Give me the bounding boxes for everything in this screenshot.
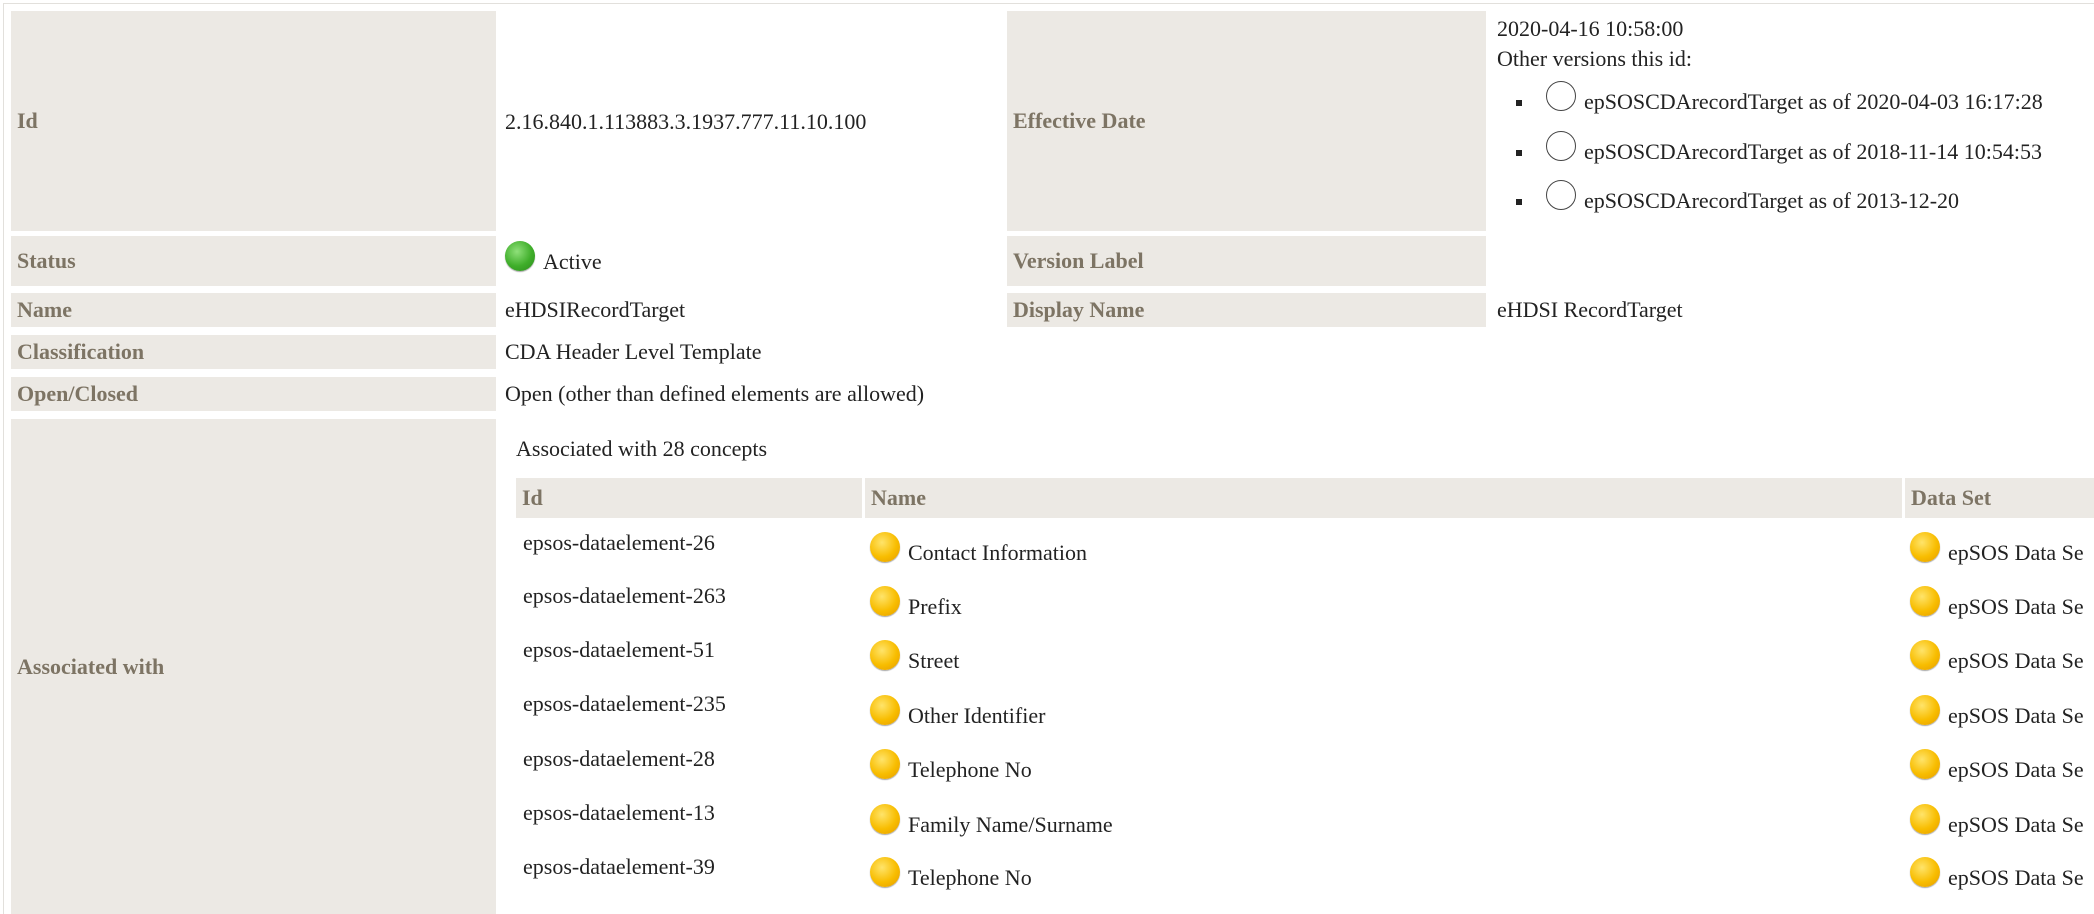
dataset-status-icon (1910, 857, 1940, 887)
effective-date-label: Effective Date (1007, 11, 1486, 231)
version-label-label: Version Label (1007, 236, 1486, 286)
display-name-value: eHDSI RecordTarget (1497, 297, 1683, 322)
concepts-header-id: Id (516, 478, 862, 518)
status-value: Active (505, 240, 602, 284)
status-text: Active (543, 249, 602, 274)
version-status-ring-icon (1546, 180, 1576, 210)
dataset-status-icon (1910, 586, 1940, 616)
concept-id: epsos-dataelement-263 (523, 583, 726, 608)
concept-id: epsos-dataelement-235 (523, 691, 726, 716)
dataset-status-icon (1910, 749, 1940, 779)
name-value: eHDSIRecordTarget (505, 297, 686, 322)
concept-name-text[interactable]: Telephone No (908, 865, 1032, 891)
dataset-name-text[interactable]: epSOS Data Se (1948, 757, 2084, 783)
concept-dataset[interactable]: epSOS Data Se (1910, 695, 2084, 736)
concept-dataset[interactable]: epSOS Data Se (1910, 749, 2084, 790)
concept-status-icon (870, 749, 900, 779)
concept-id: epsos-dataelement-13 (523, 800, 715, 825)
concept-status-icon (870, 857, 900, 887)
concept-dataset[interactable]: epSOS Data Se (1910, 804, 2084, 845)
concept-id: epsos-dataelement-51 (523, 637, 715, 662)
concepts-header-dataset: Data Set (1905, 478, 2094, 518)
concept-name-text[interactable]: Street (908, 648, 959, 674)
other-version-item[interactable]: epSOSCDArecordTarget as of 2018-11-14 10… (1516, 131, 2042, 172)
concept-id: epsos-dataelement-28 (523, 746, 715, 771)
concept-name[interactable]: Prefix (870, 586, 962, 627)
open-closed-label: Open/Closed (11, 377, 496, 411)
dataset-status-icon (1910, 532, 1940, 562)
open-closed-value: Open (other than defined elements are al… (505, 381, 925, 406)
dataset-status-icon (1910, 695, 1940, 725)
other-version-link[interactable]: epSOSCDArecordTarget as of 2018-11-14 10… (1584, 139, 2042, 165)
associated-with-label: Associated with (11, 419, 496, 914)
concepts-summary: Associated with 28 concepts (516, 436, 768, 461)
id-label: Id (11, 11, 496, 231)
concept-name[interactable]: Other Identifier (870, 695, 1045, 736)
concept-name[interactable]: Street (870, 640, 959, 681)
other-versions-label: Other versions this id: (1497, 46, 1692, 71)
effective-date-value: 2020-04-16 10:58:00 (1497, 16, 1684, 41)
concept-status-icon (870, 586, 900, 616)
status-label: Status (11, 236, 496, 286)
dataset-name-text[interactable]: epSOS Data Se (1948, 594, 2084, 620)
other-version-link[interactable]: epSOSCDArecordTarget as of 2013-12-20 (1584, 188, 1959, 214)
other-version-item[interactable]: epSOSCDArecordTarget as of 2020-04-03 16… (1516, 81, 2043, 122)
concept-dataset[interactable]: epSOS Data Se (1910, 532, 2084, 573)
concept-name[interactable]: Family Name/Surname (870, 804, 1113, 845)
classification-label: Classification (11, 335, 496, 369)
concept-id: epsos-dataelement-39 (523, 854, 715, 879)
concept-name[interactable]: Telephone No (870, 749, 1032, 790)
concept-status-icon (870, 695, 900, 725)
concept-dataset[interactable]: epSOS Data Se (1910, 857, 2084, 898)
concept-name-text[interactable]: Telephone No (908, 757, 1032, 783)
version-status-ring-icon (1546, 131, 1576, 161)
concept-status-icon (870, 640, 900, 670)
name-label: Name (11, 293, 496, 327)
concept-name-text[interactable]: Contact Information (908, 540, 1087, 566)
version-status-ring-icon (1546, 81, 1576, 111)
other-version-link[interactable]: epSOSCDArecordTarget as of 2020-04-03 16… (1584, 89, 2043, 115)
concept-status-icon (870, 532, 900, 562)
id-value: 2.16.840.1.113883.3.1937.777.11.10.100 (505, 109, 867, 134)
concept-status-icon (870, 804, 900, 834)
status-active-icon (505, 241, 535, 271)
concept-dataset[interactable]: epSOS Data Se (1910, 640, 2084, 681)
dataset-name-text[interactable]: epSOS Data Se (1948, 865, 2084, 891)
display-name-label: Display Name (1007, 293, 1486, 327)
concept-name[interactable]: Telephone No (870, 857, 1032, 898)
classification-value: CDA Header Level Template (505, 339, 762, 364)
dataset-name-text[interactable]: epSOS Data Se (1948, 540, 2084, 566)
concept-dataset[interactable]: epSOS Data Se (1910, 586, 2084, 627)
concept-name-text[interactable]: Family Name/Surname (908, 812, 1113, 838)
other-version-item[interactable]: epSOSCDArecordTarget as of 2013-12-20 (1516, 180, 1959, 221)
concept-name-text[interactable]: Other Identifier (908, 703, 1045, 729)
dataset-name-text[interactable]: epSOS Data Se (1948, 812, 2084, 838)
concept-name-text[interactable]: Prefix (908, 594, 962, 620)
concept-id: epsos-dataelement-26 (523, 530, 715, 555)
dataset-name-text[interactable]: epSOS Data Se (1948, 703, 2084, 729)
concept-name[interactable]: Contact Information (870, 532, 1087, 573)
dataset-status-icon (1910, 640, 1940, 670)
template-detail-page: Id 2.16.840.1.113883.3.1937.777.11.10.10… (0, 0, 2094, 914)
dataset-name-text[interactable]: epSOS Data Se (1948, 648, 2084, 674)
concepts-header-name: Name (865, 478, 1902, 518)
dataset-status-icon (1910, 804, 1940, 834)
